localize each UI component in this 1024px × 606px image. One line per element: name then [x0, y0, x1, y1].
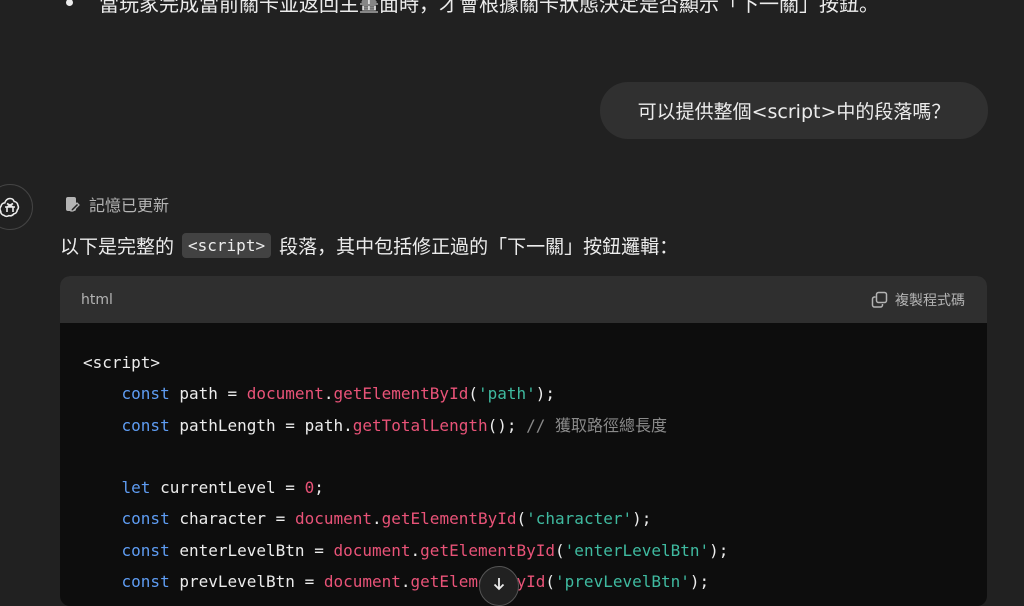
user-message-text: 可以提供整個<script>中的段落嗎？ [637, 101, 951, 123]
bullet-text: 當玩家完成當前關卡並返回主畫面時，才會根據關卡狀態決定是否顯示「下一關」按鈕。 [99, 0, 879, 16]
code-line: const character = document.getElementByI… [83, 503, 987, 534]
code-token: document [323, 572, 401, 592]
openai-logo-icon [0, 197, 20, 218]
code-line: const enterLevelBtn = document.getElemen… [83, 535, 987, 566]
code-block: html 複製程式碼 <script> const path = documen… [60, 276, 987, 606]
code-token: 0 [304, 478, 315, 498]
code-token: ; [314, 478, 324, 498]
code-token: const [121, 509, 170, 529]
code-token: path = [169, 384, 247, 404]
inline-code: <script> [182, 233, 272, 258]
copy-icon [871, 291, 888, 308]
assistant-intro: 以下是完整的 <script> 段落，其中包括修正過的「下一關」按鈕邏輯： [60, 232, 678, 259]
code-line: const pathLength = path.getTotalLength()… [83, 410, 987, 441]
code-token: ); [535, 384, 556, 404]
code-token: . [410, 540, 421, 560]
code-line: let currentLevel = 0; [83, 472, 987, 503]
code-token: ( [555, 540, 565, 560]
memory-pencil-icon [66, 197, 80, 212]
code-token: character = [169, 509, 295, 529]
code-token: ); [632, 509, 652, 529]
code-token: ); [689, 572, 710, 592]
code-token: currentLevel = [150, 478, 305, 498]
user-message-bubble: 可以提供整個<script>中的段落嗎？ [600, 82, 988, 139]
code-token: ( [516, 509, 527, 529]
code-token: document [246, 384, 324, 404]
code-token: getElementById [420, 540, 556, 560]
code-token: 'enterLevelBtn' [564, 540, 710, 560]
code-token: document [294, 509, 372, 529]
code-token: ( [545, 572, 556, 592]
arrow-down-icon [493, 578, 505, 591]
code-token: // 獲取路徑總長度 [526, 415, 668, 435]
code-language-label: html [81, 291, 113, 308]
code-token: 'character' [526, 509, 633, 529]
code-line: <script> [83, 347, 987, 378]
code-token: const [121, 384, 170, 404]
scroll-to-bottom-button[interactable] [479, 566, 519, 606]
code-token: . [372, 509, 382, 529]
code-token: 'path' [477, 384, 536, 404]
memory-status-text: 記憶已更新 [89, 196, 170, 215]
code-token: getElementById [333, 384, 469, 404]
code-token: getElementById [381, 509, 517, 529]
code-token: enterLevelBtn = [169, 540, 334, 560]
copy-code-button[interactable]: 複製程式碼 [871, 290, 965, 310]
code-line: const prevLevelBtn = document.getElement… [83, 566, 987, 597]
code-token: getTotalLength [352, 415, 488, 435]
code-token: pathLength = path. [169, 415, 353, 435]
code-token: getElementById [410, 572, 546, 592]
code-content: <script> const path = document.getElemen… [60, 323, 987, 597]
code-token: . [400, 572, 411, 592]
code-token: const [121, 572, 170, 592]
intro-text-after: 段落，其中包括修正過的「下一關」按鈕邏輯： [279, 236, 679, 258]
code-token: ); [709, 540, 729, 560]
code-token: document [333, 540, 411, 560]
code-token: const [121, 540, 170, 560]
code-token: const [121, 415, 170, 435]
code-block-header: html 複製程式碼 [60, 276, 987, 323]
code-token: 'prevLevelBtn' [555, 572, 690, 592]
code-token: (); [487, 415, 527, 435]
code-token: prevLevelBtn = [169, 572, 324, 592]
memory-updated-indicator[interactable]: 記憶已更新 [63, 192, 169, 216]
copy-code-label: 複製程式碼 [895, 292, 965, 309]
code-line: const path = document.getElementById('pa… [83, 378, 987, 409]
code-token: ( [468, 384, 478, 404]
previous-message-bullet: 當玩家完成當前關卡並返回主畫面時，才會根據關卡狀態決定是否顯示「下一關」按鈕。 [66, 0, 879, 18]
assistant-avatar [0, 184, 33, 230]
bullet-dot [66, 0, 73, 6]
intro-text-before: 以下是完整的 [60, 236, 175, 258]
code-token: <script> [83, 353, 161, 372]
code-token: let [121, 478, 151, 498]
